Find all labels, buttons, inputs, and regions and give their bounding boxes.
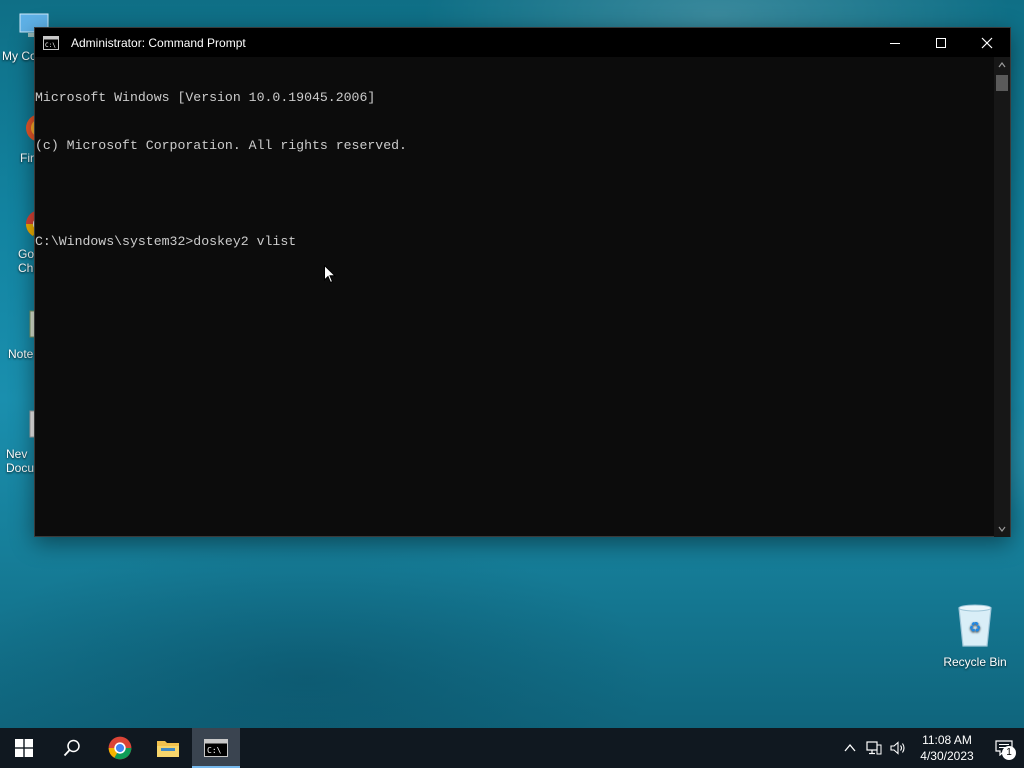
windows-logo-icon: [15, 739, 33, 757]
search-icon: [63, 739, 80, 757]
search-button[interactable]: [48, 728, 96, 768]
mouse-pointer-icon: [324, 265, 336, 284]
scroll-up-button[interactable]: [994, 57, 1010, 73]
speaker-icon: [890, 741, 905, 755]
chevron-up-icon: [844, 744, 856, 752]
chevron-down-icon: [998, 526, 1006, 532]
svg-text:C:\: C:\: [45, 42, 56, 49]
show-hidden-icons-button[interactable]: [838, 728, 862, 768]
maximize-button[interactable]: [918, 28, 964, 57]
console-line: Microsoft Windows [Version 10.0.19045.20…: [35, 90, 376, 105]
console-prompt-line: C:\Windows\system32>doskey2 vlist: [35, 234, 297, 249]
scroll-down-button[interactable]: [994, 521, 1010, 537]
recycle-bin-label: Recycle Bin: [943, 655, 1007, 669]
close-icon: [981, 37, 993, 48]
desktop-icon-recycle-bin[interactable]: ♻ Recycle Bin: [940, 602, 1010, 669]
console-output[interactable]: Microsoft Windows [Version 10.0.19045.20…: [35, 57, 996, 537]
taskbar-command-prompt[interactable]: C:\: [192, 728, 240, 768]
network-button[interactable]: [862, 728, 886, 768]
recycle-bin-icon: ♻: [958, 604, 992, 647]
system-tray: 11:08 AM 4/30/2023 1: [838, 728, 1024, 768]
volume-button[interactable]: [886, 728, 910, 768]
clock-date: 4/30/2023: [920, 749, 974, 763]
command-prompt-window[interactable]: C:\ Administrator: Command Prompt Micros…: [34, 27, 1011, 537]
minimize-button[interactable]: [872, 28, 918, 57]
start-button[interactable]: [0, 728, 48, 768]
chevron-up-icon: [998, 62, 1006, 68]
window-title: Administrator: Command Prompt: [71, 35, 246, 50]
svg-text:C:\: C:\: [207, 746, 222, 755]
window-titlebar[interactable]: C:\ Administrator: Command Prompt: [35, 28, 1010, 57]
folder-icon: [157, 741, 179, 757]
chrome-icon: [108, 736, 132, 760]
scroll-thumb[interactable]: [996, 75, 1008, 91]
cmd-icon: C:\: [204, 739, 228, 757]
network-icon: [866, 741, 882, 755]
taskbar-file-explorer[interactable]: [144, 728, 192, 768]
console-line: (c) Microsoft Corporation. All rights re…: [35, 138, 407, 153]
close-button[interactable]: [964, 28, 1010, 57]
minimize-icon: [890, 42, 900, 44]
taskbar: C:\ 11:08 AM 4/30/2023 1: [0, 728, 1024, 768]
svg-text:♻: ♻: [969, 620, 982, 636]
taskbar-clock[interactable]: 11:08 AM 4/30/2023: [910, 732, 984, 764]
notification-count-badge: 1: [1002, 746, 1016, 760]
taskbar-chrome[interactable]: [96, 728, 144, 768]
clock-time: 11:08 AM: [922, 733, 972, 747]
maximize-icon: [936, 37, 946, 48]
cmd-icon: C:\: [43, 35, 59, 50]
console-scrollbar[interactable]: [994, 57, 1010, 537]
action-center-button[interactable]: 1: [984, 728, 1024, 768]
